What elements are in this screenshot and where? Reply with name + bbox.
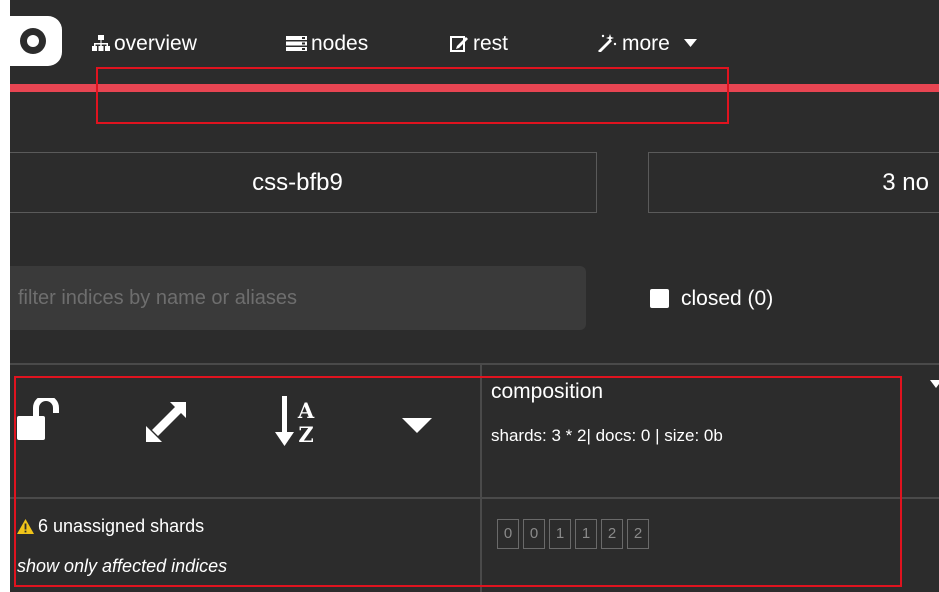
sort-alpha-icon[interactable]: A Z: [275, 394, 323, 452]
show-affected-indices-link[interactable]: show only affected indices: [17, 556, 227, 577]
shard-box[interactable]: 1: [549, 519, 571, 549]
nav-overview[interactable]: overview: [92, 32, 197, 56]
nav-rest[interactable]: rest: [450, 32, 508, 56]
index-name[interactable]: composition: [491, 380, 603, 404]
cluster-status-bar: [10, 84, 939, 92]
cerebro-logo[interactable]: [10, 16, 62, 66]
server-icon: [286, 36, 307, 51]
node-count: 3 no: [882, 169, 929, 196]
svg-text:A: A: [297, 398, 315, 423]
logo-ring-icon: [20, 28, 46, 54]
shard-box[interactable]: 2: [627, 519, 649, 549]
unlock-icon[interactable]: [17, 398, 65, 442]
unassigned-warning-text: 6 unassigned shards: [38, 516, 205, 536]
table-column-divider: [480, 364, 482, 592]
navbar: overview nodes rest more: [10, 0, 939, 84]
nav-nodes-label: nodes: [311, 32, 369, 55]
nav-overview-label: overview: [114, 32, 197, 55]
caret-down-icon: [683, 39, 697, 47]
filter-indices-input[interactable]: [10, 266, 586, 330]
table-top-border: [10, 363, 939, 365]
shard-box[interactable]: 2: [601, 519, 623, 549]
svg-text:Z: Z: [298, 422, 313, 447]
cerebro-app: overview nodes rest more css-bfb9 3 no f…: [10, 0, 939, 592]
nav-nodes[interactable]: nodes: [286, 32, 368, 56]
nav-rest-label: rest: [473, 32, 509, 55]
unassigned-warning: 6 unassigned shards: [17, 516, 204, 537]
closed-indices-toggle[interactable]: closed (0): [650, 287, 773, 311]
node-count-box: 3 no: [648, 152, 939, 213]
shard-box[interactable]: 1: [575, 519, 597, 549]
nav-more[interactable]: more: [596, 32, 701, 56]
caret-down-icon[interactable]: [402, 418, 432, 433]
edit-icon: [450, 36, 468, 52]
nav-more-label: more: [622, 32, 670, 55]
warning-icon: [17, 519, 34, 534]
table-row-divider: [10, 497, 939, 499]
sitemap-icon: [92, 35, 110, 51]
index-stats: shards: 3 * 2| docs: 0 | size: 0b: [491, 426, 723, 445]
closed-label: closed (0): [681, 287, 774, 310]
closed-checkbox[interactable]: [650, 289, 669, 308]
expand-icon[interactable]: [144, 400, 188, 444]
cluster-name: css-bfb9: [252, 169, 343, 196]
shard-box[interactable]: 0: [523, 519, 545, 549]
shard-box[interactable]: 0: [497, 519, 519, 549]
magic-wand-icon: [598, 34, 617, 53]
shard-list: 0 0 1 1 2 2: [497, 519, 649, 549]
index-menu-caret-icon[interactable]: [930, 380, 939, 390]
cluster-name-box: css-bfb9: [10, 152, 597, 213]
